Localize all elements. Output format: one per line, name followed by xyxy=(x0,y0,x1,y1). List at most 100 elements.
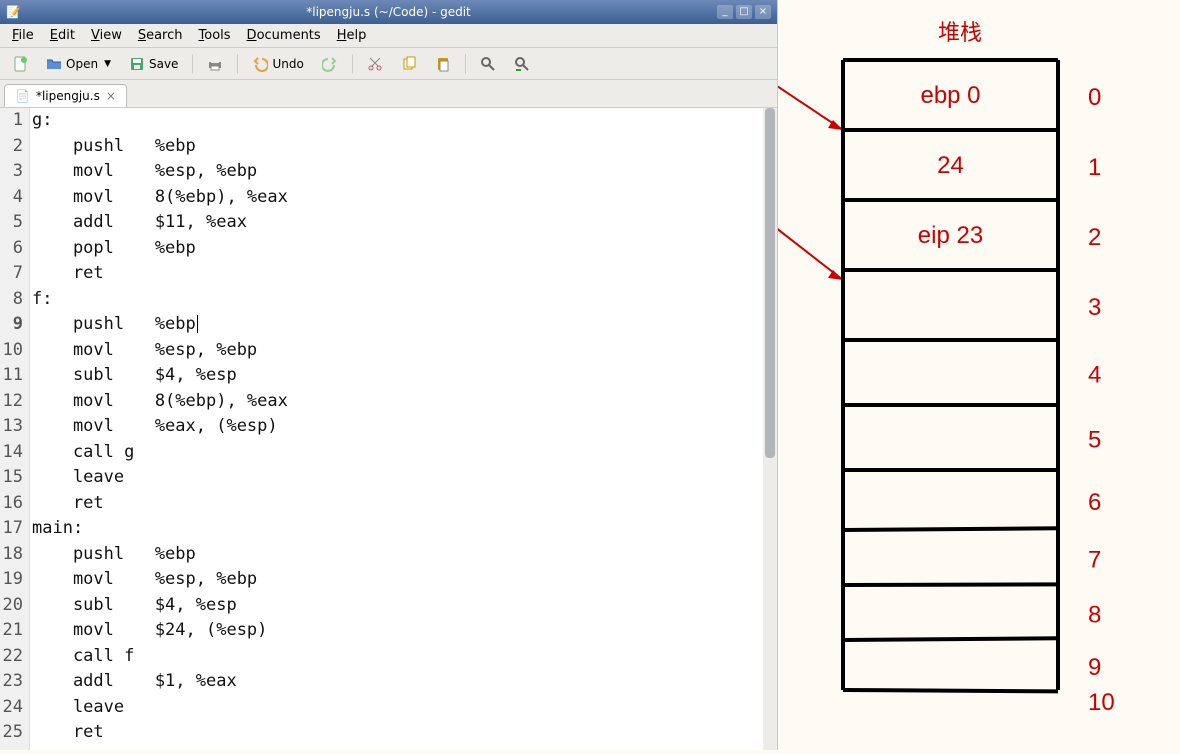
line-number: 24 xyxy=(0,695,23,721)
menu-view[interactable]: View xyxy=(83,26,130,45)
line-number: 1 xyxy=(0,108,23,134)
code-line[interactable]: subl $4, %esp xyxy=(32,593,777,619)
stack-box: ebp 024eip 23 xyxy=(843,60,1058,691)
file-tab[interactable]: 📄 *lipengju.s × xyxy=(4,84,127,107)
line-number: 25 xyxy=(0,720,23,746)
editor[interactable]: 1234567891011121314151617181920212223242… xyxy=(0,108,777,750)
new-file-icon xyxy=(12,56,28,72)
code-line[interactable]: subl $4, %esp xyxy=(32,363,777,389)
menu-help[interactable]: Help xyxy=(329,26,375,45)
stack-cell-label: eip 23 xyxy=(918,222,983,249)
save-icon xyxy=(129,56,145,72)
window-title: *lipengju.s (~/Code) - gedit xyxy=(306,5,471,19)
minimize-button[interactable]: _ xyxy=(717,5,733,19)
line-number: 19 xyxy=(0,567,23,593)
line-number: 23 xyxy=(0,669,23,695)
search-icon xyxy=(480,56,496,72)
code-line[interactable]: call f xyxy=(32,644,777,670)
code-line[interactable]: leave xyxy=(32,465,777,491)
code-line[interactable]: f: xyxy=(32,287,777,313)
line-number: 6 xyxy=(0,236,23,262)
line-number: 2 xyxy=(0,134,23,160)
text-cursor xyxy=(197,315,198,333)
esp-arrow xyxy=(778,210,843,280)
code-line[interactable]: ret xyxy=(32,720,777,746)
toolbar-separator xyxy=(465,54,466,74)
copy-button[interactable] xyxy=(395,53,423,75)
code-line[interactable]: movl %esp, %ebp xyxy=(32,338,777,364)
file-type-icon: 📄 xyxy=(15,89,30,103)
code-line[interactable]: call g xyxy=(32,440,777,466)
code-line[interactable]: leave xyxy=(32,695,777,721)
code-line[interactable]: pushl %ebp xyxy=(32,542,777,568)
code-line[interactable]: pushl %ebp xyxy=(32,134,777,160)
tab-close-icon[interactable]: × xyxy=(106,89,116,103)
line-number: 12 xyxy=(0,389,23,415)
code-line[interactable]: main: xyxy=(32,516,777,542)
menu-tools[interactable]: Tools xyxy=(191,26,239,45)
vertical-scrollbar[interactable] xyxy=(763,108,777,750)
maximize-button[interactable]: □ xyxy=(736,5,752,19)
menubar: File Edit View Search Tools Documents He… xyxy=(0,24,777,48)
paste-button[interactable] xyxy=(429,53,457,75)
code-line[interactable]: movl %eax, (%esp) xyxy=(32,414,777,440)
line-number: 10 xyxy=(0,338,23,364)
search-replace-icon xyxy=(514,56,530,72)
print-button[interactable] xyxy=(201,53,229,75)
line-number: 16 xyxy=(0,491,23,517)
code-line[interactable]: movl %esp, %ebp xyxy=(32,567,777,593)
printer-icon xyxy=(207,56,223,72)
redo-button[interactable] xyxy=(316,53,344,75)
redo-icon xyxy=(322,56,338,72)
find-button[interactable] xyxy=(474,53,502,75)
toolbar: Open ▼ Save Undo xyxy=(0,48,777,80)
stack-row-number: 2 xyxy=(1088,224,1101,251)
titlebar[interactable]: 📝 *lipengju.s (~/Code) - gedit _ □ × xyxy=(0,0,777,24)
code-area[interactable]: g: pushl %ebp movl %esp, %ebp movl 8(%eb… xyxy=(30,108,777,750)
line-number: 15 xyxy=(0,465,23,491)
menu-file[interactable]: File xyxy=(4,26,42,45)
line-number: 18 xyxy=(0,542,23,568)
code-line[interactable]: addl $11, %eax xyxy=(32,210,777,236)
code-line[interactable]: movl 8(%ebp), %eax xyxy=(32,185,777,211)
code-line[interactable]: g: xyxy=(32,108,777,134)
code-line[interactable]: ret xyxy=(32,491,777,517)
menu-documents[interactable]: Documents xyxy=(239,26,329,45)
new-button[interactable] xyxy=(6,53,34,75)
close-button[interactable]: × xyxy=(755,5,771,19)
menu-search[interactable]: Search xyxy=(130,26,191,45)
stack-diagram: 堆栈 ebp esp ebp 024eip 23 012345678910 xyxy=(778,0,1180,750)
save-label: Save xyxy=(149,57,178,71)
stack-row-number: 10 xyxy=(1088,689,1115,716)
undo-button[interactable]: Undo xyxy=(246,53,309,75)
stack-row-number: 0 xyxy=(1088,84,1101,111)
tabbar: 📄 *lipengju.s × xyxy=(0,80,777,108)
save-button[interactable]: Save xyxy=(123,53,184,75)
scrollbar-thumb[interactable] xyxy=(765,108,775,458)
stack-row-numbers: 012345678910 xyxy=(1088,84,1115,716)
menu-edit[interactable]: Edit xyxy=(42,26,83,45)
line-number: 7 xyxy=(0,261,23,287)
cut-button[interactable] xyxy=(361,53,389,75)
stack-row-number: 7 xyxy=(1088,547,1101,574)
line-number-gutter: 1234567891011121314151617181920212223242… xyxy=(0,108,30,750)
stack-row-number: 9 xyxy=(1088,654,1101,681)
code-line[interactable]: movl %esp, %ebp xyxy=(32,159,777,185)
stack-row-number: 6 xyxy=(1088,489,1101,516)
find-replace-button[interactable] xyxy=(508,53,536,75)
line-number: 13 xyxy=(0,414,23,440)
code-line[interactable]: movl 8(%ebp), %eax xyxy=(32,389,777,415)
code-line[interactable]: popl %ebp xyxy=(32,236,777,262)
open-button[interactable]: Open ▼ xyxy=(40,53,117,75)
chevron-down-icon: ▼ xyxy=(104,59,111,69)
stack-row-number: 5 xyxy=(1088,427,1101,454)
line-number: 21 xyxy=(0,618,23,644)
code-line[interactable]: ret xyxy=(32,261,777,287)
code-line[interactable]: movl $24, (%esp) xyxy=(32,618,777,644)
line-number: 3 xyxy=(0,159,23,185)
paste-icon xyxy=(435,56,451,72)
code-line[interactable]: pushl %ebp xyxy=(32,312,777,338)
line-number: 14 xyxy=(0,440,23,466)
code-line[interactable]: addl $1, %eax xyxy=(32,669,777,695)
toolbar-separator xyxy=(192,54,193,74)
